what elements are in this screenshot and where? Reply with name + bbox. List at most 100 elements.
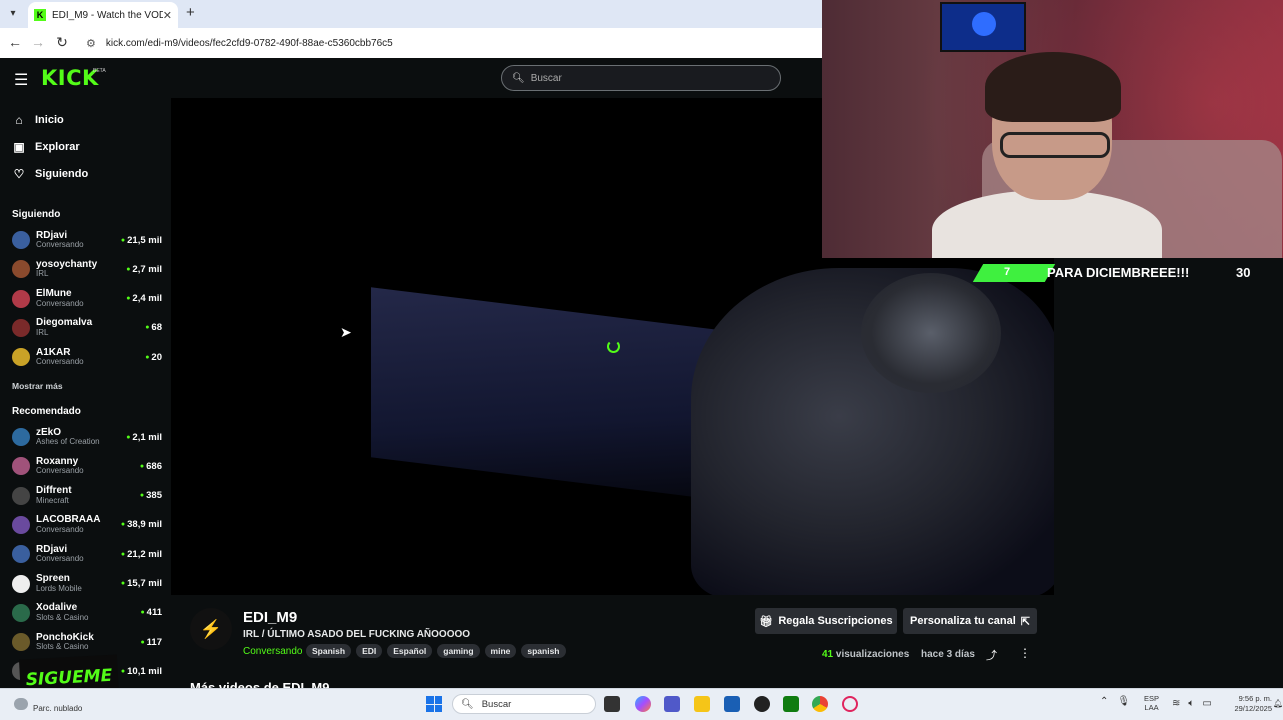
viewer-count: 10,1 mil xyxy=(121,666,162,677)
app-icon[interactable] xyxy=(754,696,770,712)
new-tab-icon[interactable]: + xyxy=(186,4,195,21)
channel-name: Spreen xyxy=(36,573,70,585)
viewer-count: 21,5 mil xyxy=(121,235,162,246)
chrome-icon[interactable] xyxy=(812,696,828,712)
stream-category[interactable]: Conversando xyxy=(243,646,302,657)
channel-name: Diegomalva xyxy=(36,317,93,329)
viewer-count: 385 xyxy=(140,490,162,501)
video-frame-head xyxy=(861,273,1001,393)
show-more-link[interactable]: Mostrar más xyxy=(12,381,63,391)
stream-tag[interactable]: spanish xyxy=(521,644,566,658)
viewer-count: 21,2 mil xyxy=(121,549,162,560)
kick-logo[interactable]: KICK xyxy=(41,66,99,90)
nav-explorar[interactable]: ▣ Explorar xyxy=(12,140,80,154)
webcam-overlay xyxy=(822,0,1283,258)
sidebar-channel[interactable]: A1KARConversando20 xyxy=(12,343,162,371)
clock-time: 9:56 p. m. xyxy=(1238,694,1272,703)
customize-channel-button[interactable]: Personaliza tu canal ⇱ xyxy=(903,608,1037,634)
gift-icon: 🎁︎ xyxy=(759,615,774,628)
gift-subs-button[interactable]: 🎁︎ Regala Suscripciones xyxy=(755,608,897,634)
share-icon[interactable]: ⤴ xyxy=(986,647,997,663)
sidebar-channel[interactable]: PonchoKickSlots & Casino117 xyxy=(12,628,162,656)
channel-avatar xyxy=(12,603,30,622)
site-info-icon[interactable]: ⚙ xyxy=(86,37,96,50)
reload-icon[interactable]: ↻ xyxy=(53,34,71,51)
nav-label: Inicio xyxy=(35,114,64,126)
channel-avatar xyxy=(12,260,30,279)
app-icon[interactable] xyxy=(842,696,858,712)
upload-date: hace 3 días xyxy=(921,649,975,660)
channel-name: yosoychanty xyxy=(36,258,98,270)
teams-icon[interactable] xyxy=(664,696,680,712)
back-icon[interactable]: ← xyxy=(6,34,24,50)
task-view-icon[interactable] xyxy=(604,696,620,712)
channel-category: IRL xyxy=(36,269,49,279)
url-field[interactable]: ⚙ kick.com/edi-m9/videos/fec2cfd9-0782-4… xyxy=(78,32,818,54)
stream-tag[interactable]: EDI xyxy=(356,644,383,658)
channel-avatar xyxy=(12,318,30,337)
browser-tab[interactable]: K EDI_M9 - Watch the VOD on K ✕ xyxy=(28,2,178,28)
menu-icon[interactable]: ☰ xyxy=(14,70,28,90)
channel-category: Lords Mobile xyxy=(36,583,82,593)
sidebar-channel[interactable]: RDjaviConversando21,5 mil xyxy=(12,226,162,254)
channel-avatar xyxy=(12,428,30,446)
store-icon[interactable] xyxy=(724,696,740,712)
customize-label: Personaliza tu canal xyxy=(910,615,1016,627)
stream-tag[interactable]: Español xyxy=(387,644,433,658)
sidebar-channel[interactable]: XodaliveSlots & Casino411 xyxy=(12,599,162,627)
channel-avatar[interactable]: ⚡ xyxy=(190,608,232,650)
nav-label: Explorar xyxy=(35,141,80,153)
stream-tag[interactable]: Spanish xyxy=(306,644,352,658)
channel-avatar xyxy=(12,457,30,476)
tab-title: EDI_M9 - Watch the VOD on K xyxy=(52,9,163,21)
clock[interactable]: 9:56 p. m. 29/12/2025 xyxy=(1228,694,1272,714)
windows-start-icon[interactable] xyxy=(426,696,442,712)
cloud-icon[interactable] xyxy=(14,698,28,710)
tab-search-icon[interactable]: ▾ xyxy=(4,5,22,23)
forward-icon[interactable]: → xyxy=(29,34,47,50)
channel-category: Minecraft xyxy=(36,495,69,505)
sidebar-channel[interactable]: zEkOAshes of Creation2,1 mil xyxy=(12,423,162,451)
sidebar-channel[interactable]: RoxannyConversando686 xyxy=(12,452,162,480)
channel-category: Ashes of Creation xyxy=(36,437,100,447)
notification-icon[interactable]: 🔔︎ xyxy=(1273,699,1283,708)
weather-widget[interactable]: Parc. nublado xyxy=(33,704,82,713)
kick-favicon-icon: K xyxy=(34,9,46,21)
taskbar-search-label: Buscar xyxy=(481,698,512,710)
sidebar-channel[interactable]: ElMuneConversando2,4 mil xyxy=(12,285,162,313)
heart-icon: ♡ xyxy=(13,167,25,181)
microphone-icon[interactable]: 🎙︎ xyxy=(1117,696,1130,707)
sidebar-channel[interactable]: LACOBRAAAConversando38,9 mil xyxy=(12,511,162,539)
status-icons[interactable]: ≋ 🔈︎ ▭ xyxy=(1172,698,1212,709)
xbox-icon[interactable] xyxy=(783,696,799,712)
search-icon: 🔍︎ xyxy=(461,698,474,710)
stream-tag[interactable]: gaming xyxy=(437,644,480,658)
sidebar-channel[interactable]: yosoychantyIRL 2,7 mil xyxy=(12,255,162,283)
view-count: 41 visualizaciones xyxy=(822,649,909,660)
sidebar-channel[interactable]: SpreenLords Mobile 15,7 mil xyxy=(12,570,162,598)
channel-name[interactable]: EDI_M9 xyxy=(243,609,297,626)
file-explorer-icon[interactable] xyxy=(694,696,710,712)
sidebar-channel[interactable]: DiffrentMinecraft385 xyxy=(12,482,162,510)
lang-top: ESP xyxy=(1144,694,1160,703)
copilot-icon[interactable] xyxy=(635,696,651,712)
webcam-glasses xyxy=(1000,132,1110,158)
close-tab-icon[interactable]: ✕ xyxy=(163,9,172,22)
clock-date: 29/12/2025 xyxy=(1234,703,1272,713)
language-indicator[interactable]: ESP LAA xyxy=(1144,694,1159,712)
search-input[interactable]: 🔍︎ Buscar xyxy=(501,65,781,91)
taskbar-search-input[interactable]: 🔍︎ Buscar xyxy=(452,694,596,714)
search-icon: 🔍︎ xyxy=(512,72,525,84)
nav-inicio[interactable]: ⌂ Inicio xyxy=(12,113,64,127)
more-options-icon[interactable]: ⋮ xyxy=(1019,646,1031,660)
volume-icon: 🔈︎ xyxy=(1188,698,1195,709)
stream-tag[interactable]: mine xyxy=(484,644,517,658)
banner-count: 30 xyxy=(1236,265,1251,280)
sidebar-channel[interactable]: DiegomalvaIRL 68 xyxy=(12,314,162,342)
chevron-up-icon[interactable]: ⌃ xyxy=(1100,696,1108,707)
nav-siguiendo[interactable]: ♡ Siguiendo xyxy=(12,167,89,181)
sidebar-channel[interactable]: RDjaviConversando21,2 mil xyxy=(12,540,162,568)
home-icon: ⌂ xyxy=(15,113,23,127)
battery-icon: ▭ xyxy=(1202,698,1212,709)
channel-avatar xyxy=(12,515,30,534)
